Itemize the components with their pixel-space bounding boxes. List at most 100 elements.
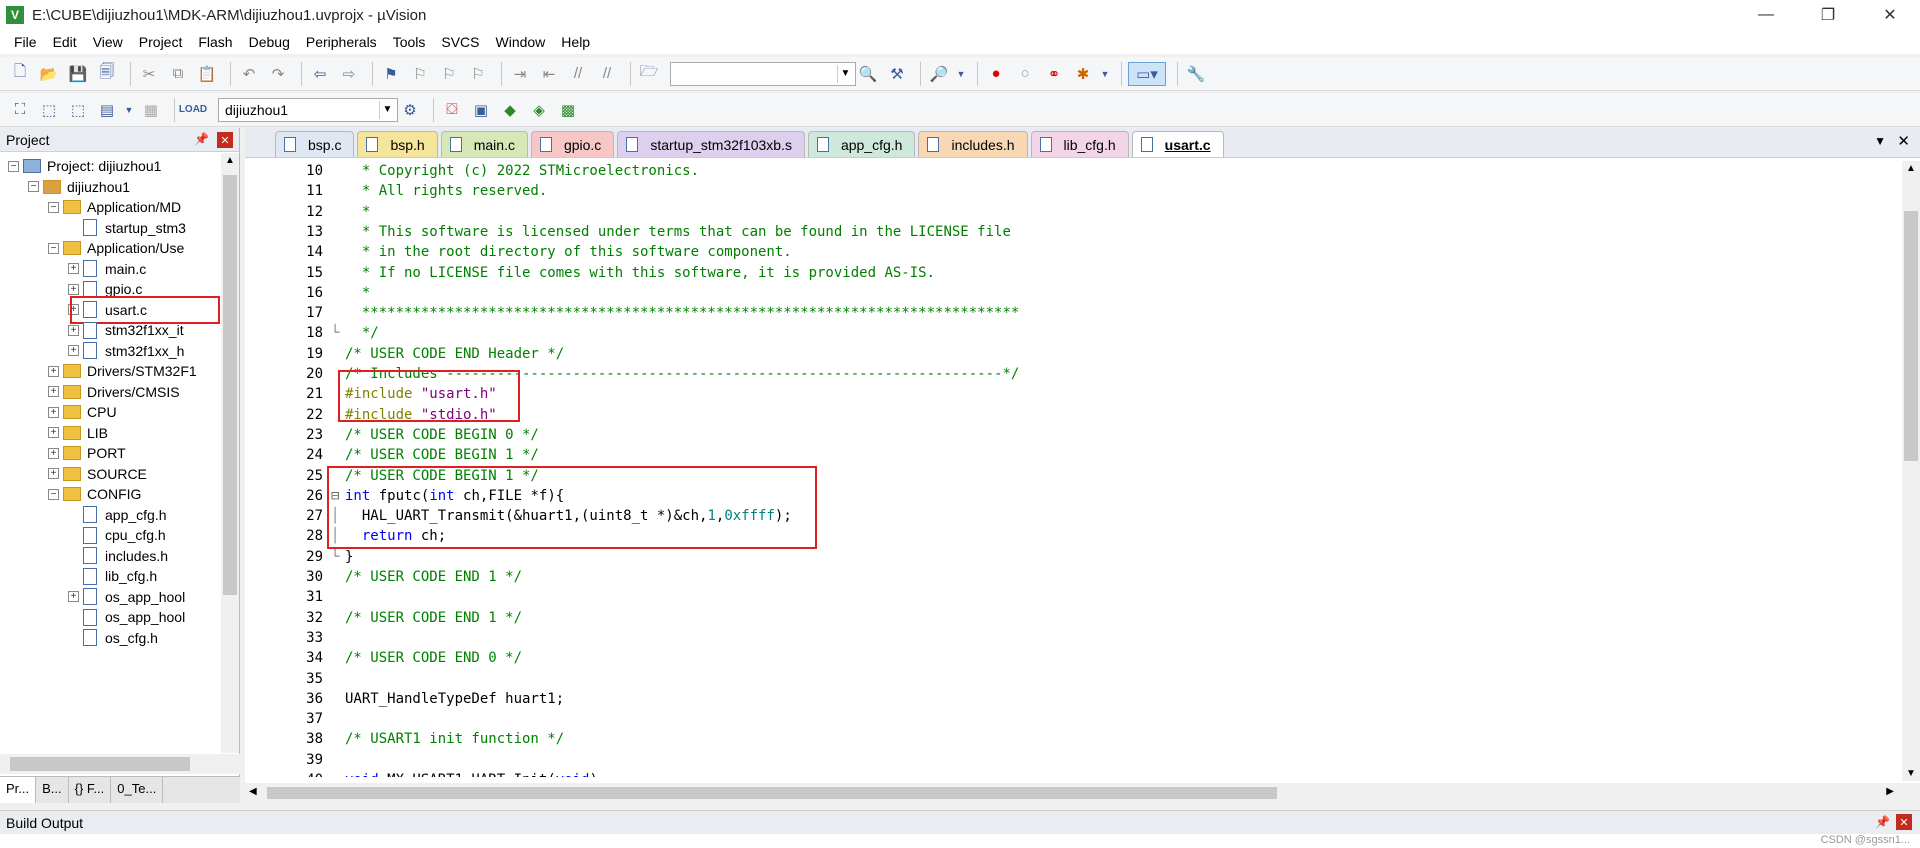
undo-icon[interactable]: ↶: [237, 62, 261, 86]
close-button[interactable]: ✕: [1862, 0, 1918, 30]
bookmark-icon[interactable]: ⚑: [379, 62, 403, 86]
kill-breakpoints-icon[interactable]: ✱: [1071, 62, 1095, 86]
maximize-button[interactable]: ❐: [1800, 0, 1856, 30]
tree-item[interactable]: + Drivers/STM32F1: [48, 360, 197, 382]
tree-item[interactable]: − dijiuzhou1: [28, 176, 130, 198]
select-packs-icon[interactable]: ◆: [498, 98, 522, 122]
tree-item[interactable]: − Project: dijiuzhou1: [8, 155, 161, 177]
editor-tab[interactable]: app_cfg.h: [807, 131, 916, 157]
tree-item[interactable]: − Application/MD: [48, 196, 181, 218]
expand-icon[interactable]: +: [68, 345, 79, 356]
disable-breakpoint-icon[interactable]: ○: [1013, 62, 1037, 86]
copy-icon[interactable]: ⧉: [166, 62, 190, 86]
chevron-down-icon[interactable]: ▼: [1100, 62, 1110, 86]
collapse-icon[interactable]: −: [28, 181, 39, 192]
scrollbar-thumb[interactable]: [10, 757, 190, 771]
tree-item[interactable]: + CPU: [48, 401, 117, 423]
panel-tab[interactable]: {} F...: [69, 777, 112, 803]
find-combo[interactable]: ▼: [670, 61, 856, 86]
menu-edit[interactable]: Edit: [45, 34, 85, 50]
menu-help[interactable]: Help: [553, 34, 598, 50]
menu-peripherals[interactable]: Peripherals: [298, 34, 385, 50]
editor-tab[interactable]: main.c: [440, 131, 528, 157]
expand-icon[interactable]: +: [48, 386, 59, 397]
batch-build-icon[interactable]: ▤: [95, 98, 119, 122]
editor-tab[interactable]: usart.c: [1131, 131, 1224, 157]
pin-icon[interactable]: 📌: [1875, 815, 1890, 829]
editor-tab[interactable]: bsp.h: [357, 131, 438, 157]
tree-item[interactable]: lib_cfg.h: [68, 565, 157, 587]
editor-scrollbar[interactable]: ▲ ▼: [1902, 161, 1920, 781]
close-icon[interactable]: ✕: [217, 132, 233, 148]
paste-icon[interactable]: 📋: [195, 62, 219, 86]
incremental-find-icon[interactable]: 🔍: [856, 62, 880, 86]
expand-icon[interactable]: +: [68, 263, 79, 274]
save-icon[interactable]: 💾: [66, 62, 90, 86]
panel-tab[interactable]: Pr...: [0, 777, 37, 803]
tree-item[interactable]: app_cfg.h: [68, 504, 167, 526]
pin-icon[interactable]: 📌: [194, 132, 209, 146]
rebuild-icon[interactable]: ⬚: [66, 98, 90, 122]
tree-item[interactable]: + os_app_hool: [68, 586, 185, 608]
tree-item[interactable]: includes.h: [68, 545, 168, 567]
panel-tab[interactable]: B...: [36, 777, 69, 803]
editor-tab[interactable]: lib_cfg.h: [1030, 131, 1129, 157]
expand-icon[interactable]: +: [48, 406, 59, 418]
panel-tab[interactable]: 0_Te...: [111, 777, 164, 803]
navigate-forward-icon[interactable]: ⇨: [337, 62, 361, 86]
scroll-up-icon[interactable]: ▲: [1906, 163, 1916, 174]
collapse-icon[interactable]: −: [48, 242, 59, 254]
new-file-icon[interactable]: 🗋: [8, 62, 32, 86]
tab-list-icon[interactable]: ▼: [1874, 134, 1886, 148]
configure-icon[interactable]: 🔧: [1184, 62, 1208, 86]
tree-item[interactable]: cpu_cfg.h: [68, 524, 166, 546]
expand-icon[interactable]: +: [48, 468, 59, 479]
tree-item[interactable]: + SOURCE: [48, 463, 147, 485]
editor-tab[interactable]: gpio.c: [530, 131, 615, 157]
tree-item[interactable]: + Drivers/CMSIS: [48, 381, 180, 403]
collapse-icon[interactable]: −: [48, 201, 59, 213]
menu-view[interactable]: View: [85, 34, 131, 50]
menu-debug[interactable]: Debug: [241, 34, 298, 50]
editor-hscrollbar[interactable]: ◀ ▶: [245, 783, 1920, 803]
expand-icon[interactable]: +: [68, 591, 79, 602]
tree-item[interactable]: + main.c: [68, 258, 146, 280]
find-replace-icon[interactable]: ⚒: [885, 62, 909, 86]
scrollbar-thumb[interactable]: [267, 787, 1277, 799]
minimize-button[interactable]: —: [1738, 0, 1794, 30]
translate-icon[interactable]: ⛶: [8, 98, 32, 122]
tree-item[interactable]: os_cfg.h: [68, 627, 158, 649]
scroll-left-icon[interactable]: ◀: [249, 786, 257, 797]
chevron-down-icon[interactable]: ▼: [837, 64, 853, 83]
uncomment-icon[interactable]: //: [595, 62, 619, 86]
build-icon[interactable]: ⬚: [37, 98, 61, 122]
pack-installer-icon[interactable]: ◈: [527, 98, 551, 122]
tree-item[interactable]: startup_stm3: [68, 217, 186, 239]
expand-icon[interactable]: +: [48, 427, 59, 438]
project-tree-hscrollbar[interactable]: [0, 754, 240, 774]
target-options-icon[interactable]: ⚙: [398, 98, 422, 122]
scrollbar-thumb[interactable]: [223, 175, 237, 595]
chevron-down-icon[interactable]: ▼: [956, 62, 966, 86]
expand-icon[interactable]: +: [48, 447, 59, 459]
editor-tab[interactable]: startup_stm32f103xb.s: [617, 131, 805, 157]
tree-item[interactable]: + stm32f1xx_h: [68, 340, 184, 362]
save-all-icon[interactable]: 🗐: [95, 62, 119, 86]
window-layout-icon[interactable]: ▭▾: [1128, 61, 1166, 86]
open-file-icon[interactable]: 📂: [37, 62, 61, 86]
collapse-icon[interactable]: −: [8, 160, 19, 172]
expand-icon[interactable]: +: [68, 324, 79, 336]
menu-flash[interactable]: Flash: [190, 34, 240, 50]
scroll-right-icon[interactable]: ▶: [1886, 786, 1894, 797]
editor-tab[interactable]: includes.h: [918, 131, 1028, 157]
stop-build-icon[interactable]: ▦: [139, 98, 163, 122]
menu-tools[interactable]: Tools: [385, 34, 434, 50]
close-icon[interactable]: ✕: [1896, 814, 1912, 830]
unindent-icon[interactable]: ⇤: [537, 62, 561, 86]
manage-components-icon[interactable]: ⛋: [440, 98, 464, 122]
collapse-icon[interactable]: −: [48, 488, 59, 500]
menu-window[interactable]: Window: [488, 34, 554, 50]
navigate-back-icon[interactable]: ⇦: [308, 62, 332, 86]
download-icon[interactable]: LOAD: [179, 98, 207, 122]
prev-bookmark-icon[interactable]: ⚐: [408, 62, 432, 86]
